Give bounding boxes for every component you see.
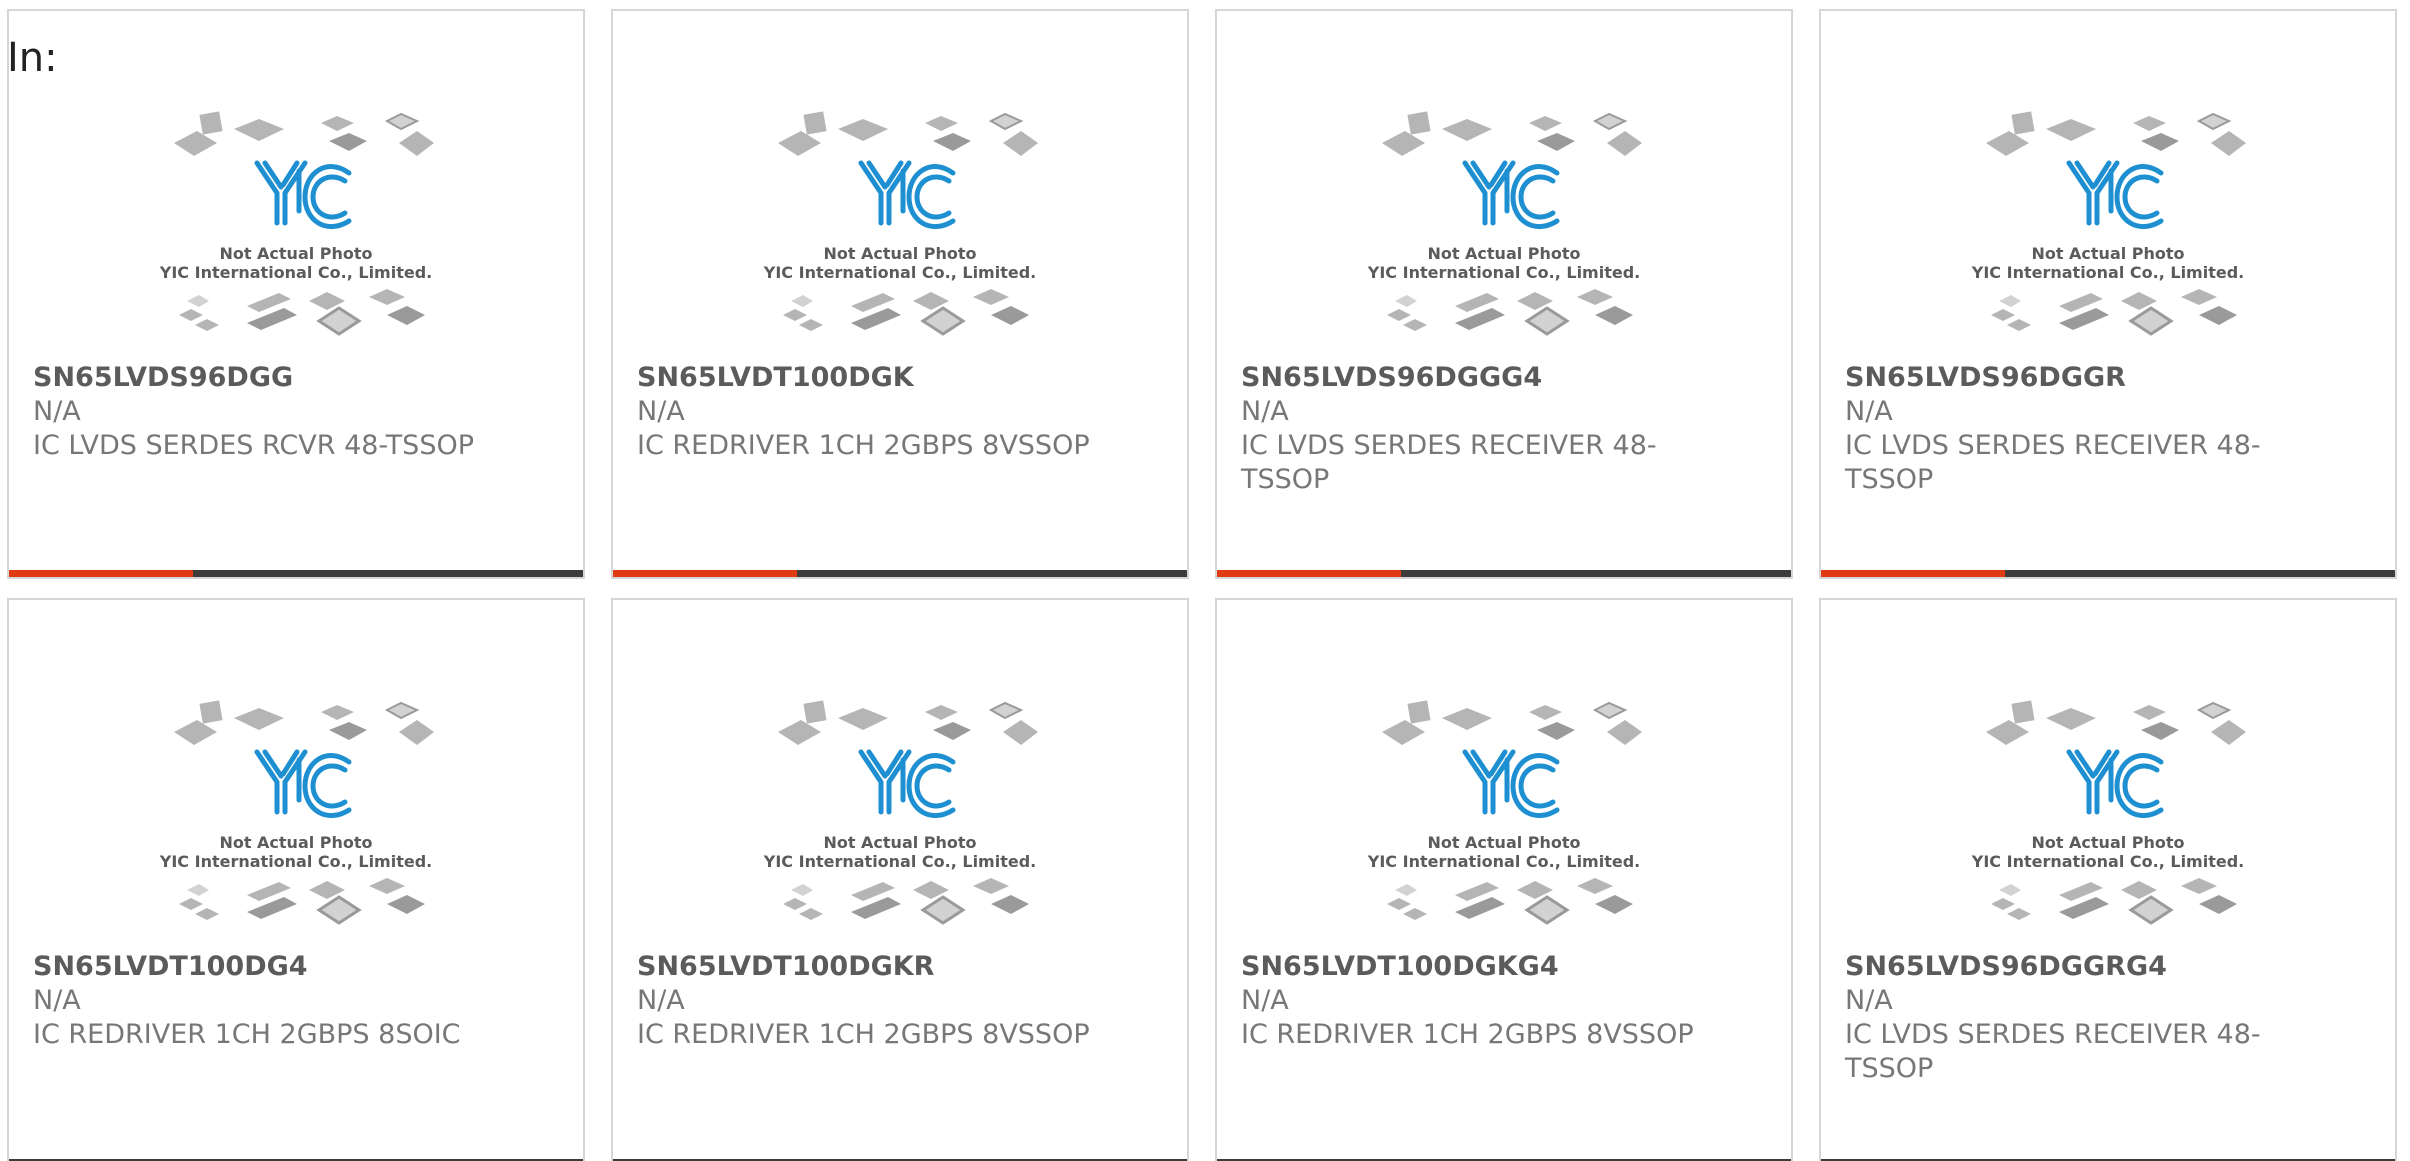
yic-logo-icon [1462,749,1560,818]
manufacturer: N/A [637,396,685,427]
product-card[interactable]: Not Actual Photo YIC International Co., … [1215,9,1793,579]
chip-cluster-bottom [1991,289,2237,336]
product-description: IC LVDS SERDES RECEIVER 48-TSSOP [1845,1019,2261,1084]
chip-cluster-bottom [783,878,1029,925]
yic-logo-icon [2066,749,2164,818]
product-image[interactable]: Not Actual Photo YIC International Co., … [9,101,583,351]
image-caption-line2: YIC International Co., Limited. [763,263,1036,282]
card-progress-fill [1821,570,2005,577]
product-card[interactable]: Not Actual Photo YIC International Co., … [7,9,585,579]
product-card[interactable]: Not Actual Photo YIC International Co., … [1819,598,2397,1161]
chip-cluster-bottom [1387,289,1633,336]
product-description: IC REDRIVER 1CH 2GBPS 8VSSOP [637,430,1090,461]
image-caption-line2: YIC International Co., Limited. [1367,263,1640,282]
product-info: SN65LVDS96DGGRG4 N/A IC LVDS SERDES RECE… [1845,950,2315,1086]
image-caption-line2: YIC International Co., Limited. [159,263,432,282]
product-description: IC LVDS SERDES RCVR 48-TSSOP [33,430,474,461]
card-progress-fill [613,570,797,577]
manufacturer: N/A [1241,396,1289,427]
image-caption-line2: YIC International Co., Limited. [763,852,1036,871]
chip-cluster-bottom [179,289,425,336]
product-description: IC LVDS SERDES RECEIVER 48-TSSOP [1241,430,1657,495]
product-card[interactable]: Not Actual Photo YIC International Co., … [1215,598,1793,1161]
part-number-link[interactable]: SN65LVDS96DGGR [1845,361,2315,395]
chip-cluster-top [778,111,1038,156]
yic-logo-icon [858,749,956,818]
image-caption-line1: Not Actual Photo [823,244,976,263]
image-caption-line1: Not Actual Photo [1427,833,1580,852]
card-progress-fill [9,570,193,577]
image-caption-line1: Not Actual Photo [823,833,976,852]
image-caption-line2: YIC International Co., Limited. [1367,852,1640,871]
manufacturer: N/A [1845,985,1893,1016]
chip-cluster-top [174,700,434,745]
product-image[interactable]: Not Actual Photo YIC International Co., … [613,101,1187,351]
yic-logo-icon [254,160,352,229]
product-description: IC LVDS SERDES RECEIVER 48-TSSOP [1845,430,2261,495]
part-number-link[interactable]: SN65LVDS96DGG [33,361,503,395]
product-image[interactable]: Not Actual Photo YIC International Co., … [1821,690,2395,940]
card-progress-bar [1217,570,1791,577]
product-info: SN65LVDT100DG4 N/A IC REDRIVER 1CH 2GBPS… [33,950,503,1052]
product-description: IC REDRIVER 1CH 2GBPS 8VSSOP [637,1019,1090,1050]
image-caption-line1: Not Actual Photo [2031,244,2184,263]
product-info: SN65LVDT100DGKG4 N/A IC REDRIVER 1CH 2GB… [1241,950,1711,1052]
image-caption-line1: Not Actual Photo [219,833,372,852]
chip-cluster-top [1986,700,2246,745]
chip-cluster-top [1986,111,2246,156]
part-number-link[interactable]: SN65LVDT100DGK [637,361,1107,395]
product-info: SN65LVDS96DGGG4 N/A IC LVDS SERDES RECEI… [1241,361,1711,497]
card-progress-bar [613,570,1187,577]
part-number-link[interactable]: SN65LVDT100DG4 [33,950,503,984]
yic-logo-icon [1462,160,1560,229]
part-number-link[interactable]: SN65LVDT100DGKR [637,950,1107,984]
product-grid-page: In: Not Actual Photo YIC International C… [0,0,2410,1161]
part-number-link[interactable]: SN65LVDS96DGGRG4 [1845,950,2315,984]
product-image[interactable]: Not Actual Photo YIC International Co., … [1217,101,1791,351]
product-image[interactable]: Not Actual Photo YIC International Co., … [1217,690,1791,940]
product-card[interactable]: Not Actual Photo YIC International Co., … [1819,9,2397,579]
manufacturer: N/A [33,985,81,1016]
product-card[interactable]: Not Actual Photo YIC International Co., … [611,9,1189,579]
product-description: IC REDRIVER 1CH 2GBPS 8SOIC [33,1019,461,1050]
manufacturer: N/A [1845,396,1893,427]
chip-cluster-bottom [783,289,1029,336]
chip-cluster-top [174,111,434,156]
yic-logo-icon [254,749,352,818]
image-caption-line2: YIC International Co., Limited. [1971,852,2244,871]
image-caption-line2: YIC International Co., Limited. [159,852,432,871]
card-progress-bar [1821,570,2395,577]
image-caption-line1: Not Actual Photo [2031,833,2184,852]
product-info: SN65LVDS96DGG N/A IC LVDS SERDES RCVR 48… [33,361,503,463]
image-caption-line2: YIC International Co., Limited. [1971,263,2244,282]
product-info: SN65LVDS96DGGR N/A IC LVDS SERDES RECEIV… [1845,361,2315,497]
product-image[interactable]: Not Actual Photo YIC International Co., … [9,690,583,940]
card-progress-fill [1217,570,1401,577]
yic-logo-icon [858,160,956,229]
part-number-link[interactable]: SN65LVDT100DGKG4 [1241,950,1711,984]
part-number-link[interactable]: SN65LVDS96DGGG4 [1241,361,1711,395]
chip-cluster-bottom [179,878,425,925]
product-info: SN65LVDT100DGKR N/A IC REDRIVER 1CH 2GBP… [637,950,1107,1052]
manufacturer: N/A [33,396,81,427]
manufacturer: N/A [637,985,685,1016]
product-description: IC REDRIVER 1CH 2GBPS 8VSSOP [1241,1019,1694,1050]
product-info: SN65LVDT100DGK N/A IC REDRIVER 1CH 2GBPS… [637,361,1107,463]
filter-label: In: [7,35,58,81]
chip-cluster-bottom [1991,878,2237,925]
yic-logo-icon [2066,160,2164,229]
card-progress-bar [9,570,583,577]
product-image[interactable]: Not Actual Photo YIC International Co., … [1821,101,2395,351]
product-card[interactable]: Not Actual Photo YIC International Co., … [7,598,585,1161]
chip-cluster-top [778,700,1038,745]
chip-cluster-top [1382,111,1642,156]
chip-cluster-bottom [1387,878,1633,925]
image-caption-line1: Not Actual Photo [1427,244,1580,263]
product-image[interactable]: Not Actual Photo YIC International Co., … [613,690,1187,940]
image-caption-line1: Not Actual Photo [219,244,372,263]
manufacturer: N/A [1241,985,1289,1016]
chip-cluster-top [1382,700,1642,745]
product-card[interactable]: Not Actual Photo YIC International Co., … [611,598,1189,1161]
